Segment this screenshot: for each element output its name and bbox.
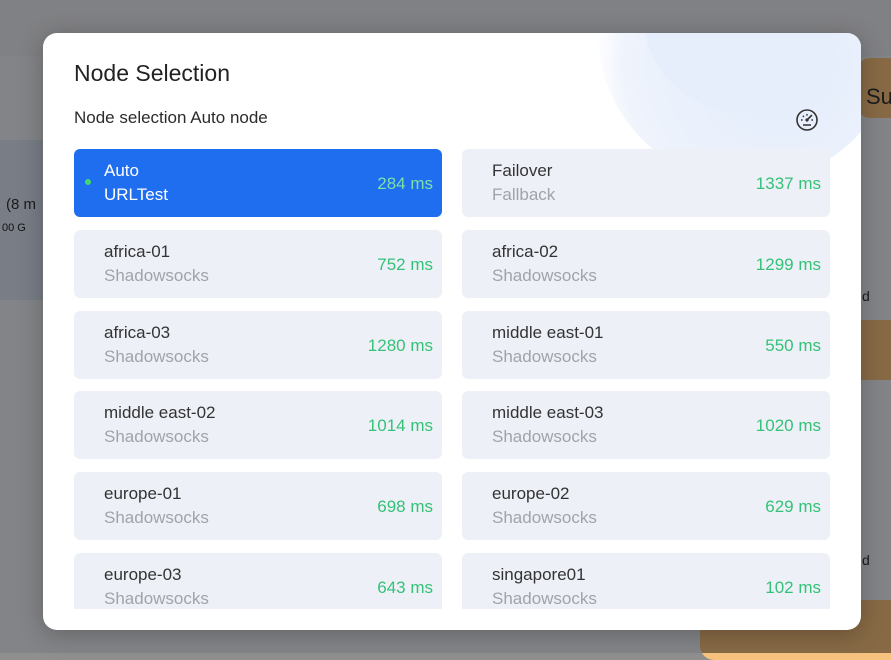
node-latency: 1014 ms (367, 416, 433, 435)
node-card-failover[interactable]: Failover Fallback 1337 ms (462, 149, 830, 217)
node-type: Shadowsocks (104, 266, 209, 285)
node-name: europe-03 (104, 565, 182, 584)
speedometer-icon (796, 109, 818, 131)
dialog-subtitle: Node selection Auto node (74, 108, 268, 127)
node-card-africa-02[interactable]: africa-02 Shadowsocks 1299 ms (462, 230, 830, 298)
node-grid: Auto URLTest 284 ms Failover Fallback 13… (74, 149, 830, 609)
node-name: middle east-02 (104, 403, 216, 422)
node-latency: 1280 ms (367, 336, 433, 355)
node-latency: 752 ms (377, 255, 433, 274)
node-type: Shadowsocks (492, 427, 597, 446)
node-latency: 1299 ms (755, 255, 821, 274)
node-card-singapore01[interactable]: singapore01 Shadowsocks 102 ms (462, 553, 830, 609)
node-name: africa-02 (492, 242, 559, 261)
node-type: Shadowsocks (104, 427, 209, 446)
node-card-africa-01[interactable]: africa-01 Shadowsocks 752 ms (74, 230, 442, 298)
node-latency: 1337 ms (755, 174, 821, 193)
node-selection-dialog: Node Selection Node selection Auto node … (43, 33, 861, 630)
node-type: Shadowsocks (492, 347, 597, 366)
node-name: europe-01 (104, 484, 182, 503)
node-card-auto[interactable]: Auto URLTest 284 ms (74, 149, 442, 217)
node-type: Shadowsocks (104, 589, 209, 608)
node-name: Auto (104, 161, 139, 180)
node-card-europe-02[interactable]: europe-02 Shadowsocks 629 ms (462, 472, 830, 540)
node-name: middle east-01 (492, 323, 604, 342)
node-name: singapore01 (492, 565, 586, 584)
node-card-europe-01[interactable]: europe-01 Shadowsocks 698 ms (74, 472, 442, 540)
node-type: Shadowsocks (492, 508, 597, 527)
node-latency: 102 ms (765, 578, 821, 597)
node-name: Failover (492, 161, 553, 180)
node-type: URLTest (104, 185, 168, 204)
node-type: Shadowsocks (492, 589, 597, 608)
selected-indicator-dot (85, 179, 91, 185)
node-latency: 1020 ms (755, 416, 821, 435)
node-type: Shadowsocks (104, 508, 209, 527)
node-name: africa-03 (104, 323, 171, 342)
node-latency: 643 ms (377, 578, 433, 597)
node-card-middle-east-02[interactable]: middle east-02 Shadowsocks 1014 ms (74, 391, 442, 459)
node-latency: 550 ms (765, 336, 821, 355)
node-latency: 698 ms (377, 497, 433, 516)
node-name: middle east-03 (492, 403, 604, 422)
node-latency: 629 ms (765, 497, 821, 516)
node-card-middle-east-03[interactable]: middle east-03 Shadowsocks 1020 ms (462, 391, 830, 459)
node-card-middle-east-01[interactable]: middle east-01 Shadowsocks 550 ms (462, 311, 830, 379)
node-type: Fallback (492, 185, 556, 204)
node-name: africa-01 (104, 242, 171, 261)
node-latency: 284 ms (377, 174, 433, 193)
speed-test-button[interactable] (792, 105, 822, 135)
node-type: Shadowsocks (104, 347, 209, 366)
node-type: Shadowsocks (492, 266, 597, 285)
dialog-title: Node Selection (74, 60, 230, 86)
node-name: europe-02 (492, 484, 570, 503)
node-card-europe-03[interactable]: europe-03 Shadowsocks 643 ms (74, 553, 442, 609)
node-card-africa-03[interactable]: africa-03 Shadowsocks 1280 ms (74, 311, 442, 379)
